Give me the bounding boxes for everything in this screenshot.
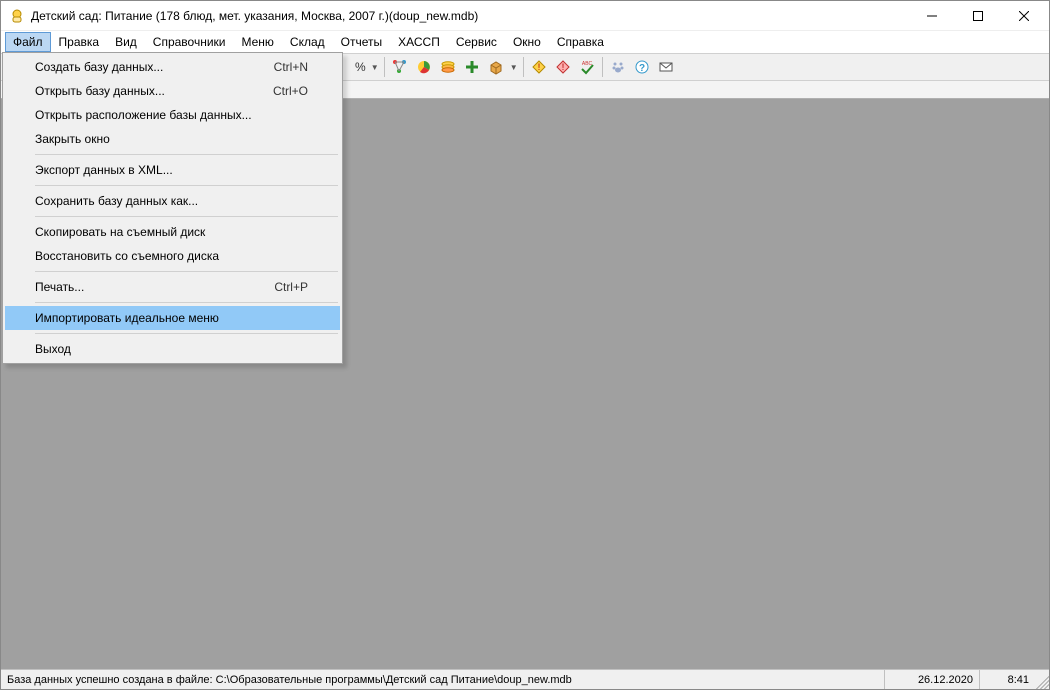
- status-message: База данных успешно создана в файле: C:\…: [1, 670, 885, 689]
- menu-item[interactable]: Экспорт данных в XML...: [5, 158, 340, 182]
- menu-item[interactable]: Выход: [5, 337, 340, 361]
- menu-хассп[interactable]: ХАССП: [390, 32, 448, 52]
- menu-item-shortcut: Ctrl+P: [274, 280, 308, 294]
- menu-item-label: Закрыть окно: [35, 132, 308, 146]
- maximize-button[interactable]: [955, 1, 1001, 30]
- menu-окно[interactable]: Окно: [505, 32, 549, 52]
- menu-item[interactable]: Сохранить базу данных как...: [5, 189, 340, 213]
- status-date: 26.12.2020: [885, 670, 980, 689]
- menu-item-label: Открыть базу данных...: [35, 84, 273, 98]
- box-icon[interactable]: [485, 56, 507, 78]
- mail-icon[interactable]: [655, 56, 677, 78]
- diamond-red-icon[interactable]: !: [552, 56, 574, 78]
- menu-separator: [35, 302, 338, 303]
- svg-text:!: !: [537, 62, 540, 72]
- menu-separator: [35, 185, 338, 186]
- svg-text:!: !: [561, 62, 564, 72]
- window-controls: [909, 1, 1047, 30]
- app-icon: [9, 8, 25, 24]
- add-icon[interactable]: [461, 56, 483, 78]
- menu-separator: [35, 154, 338, 155]
- toolbar-separator: [523, 57, 524, 77]
- stack-icon[interactable]: [437, 56, 459, 78]
- toolbar-separator: [384, 57, 385, 77]
- percent-dropdown[interactable]: ▼: [370, 56, 380, 78]
- menu-separator: [35, 216, 338, 217]
- menubar: ФайлПравкаВидСправочникиМенюСкладОтчетыХ…: [1, 31, 1049, 53]
- file-menu-dropdown: Создать базу данных...Ctrl+NОткрыть базу…: [2, 52, 343, 364]
- menu-item[interactable]: Открыть базу данных...Ctrl+O: [5, 79, 340, 103]
- menu-item[interactable]: Импортировать идеальное меню: [5, 306, 340, 330]
- menu-вид[interactable]: Вид: [107, 32, 145, 52]
- menu-отчеты[interactable]: Отчеты: [333, 32, 390, 52]
- menu-справочники[interactable]: Справочники: [145, 32, 234, 52]
- menu-item-label: Сохранить базу данных как...: [35, 194, 308, 208]
- menu-справка[interactable]: Справка: [549, 32, 612, 52]
- status-time: 8:41: [980, 670, 1035, 689]
- chart-icon[interactable]: [413, 56, 435, 78]
- menu-item-label: Создать базу данных...: [35, 60, 274, 74]
- structure-icon[interactable]: [389, 56, 411, 78]
- menu-item[interactable]: Скопировать на съемный диск: [5, 220, 340, 244]
- window-title: Детский сад: Питание (178 блюд, мет. ука…: [31, 9, 909, 23]
- menu-файл[interactable]: Файл: [5, 32, 51, 52]
- menu-item-label: Скопировать на съемный диск: [35, 225, 308, 239]
- diamond-yellow-icon[interactable]: !: [528, 56, 550, 78]
- svg-text:?: ?: [639, 63, 645, 74]
- titlebar: Детский сад: Питание (178 блюд, мет. ука…: [1, 1, 1049, 31]
- abc-icon[interactable]: ABC: [576, 56, 598, 78]
- menu-item-label: Восстановить со съемного диска: [35, 249, 308, 263]
- menu-item[interactable]: Закрыть окно: [5, 127, 340, 151]
- menu-item[interactable]: Открыть расположение базы данных...: [5, 103, 340, 127]
- menu-item-label: Импортировать идеальное меню: [35, 311, 308, 325]
- menu-меню[interactable]: Меню: [233, 32, 281, 52]
- menu-item-label: Открыть расположение базы данных...: [35, 108, 308, 122]
- menu-item[interactable]: Создать базу данных...Ctrl+N: [5, 55, 340, 79]
- close-button[interactable]: [1001, 1, 1047, 30]
- menu-separator: [35, 271, 338, 272]
- menu-правка[interactable]: Правка: [51, 32, 108, 52]
- paw-icon[interactable]: [607, 56, 629, 78]
- menu-item-shortcut: Ctrl+O: [273, 84, 308, 98]
- menu-item-label: Печать...: [35, 280, 274, 294]
- menu-сервис[interactable]: Сервис: [448, 32, 505, 52]
- menu-item-label: Выход: [35, 342, 308, 356]
- menu-item-label: Экспорт данных в XML...: [35, 163, 308, 177]
- menu-item-shortcut: Ctrl+N: [274, 60, 308, 74]
- statusbar: База данных успешно создана в файле: C:\…: [1, 669, 1049, 689]
- minimize-button[interactable]: [909, 1, 955, 30]
- toolbar-separator: [602, 57, 603, 77]
- percent-label: %: [352, 60, 369, 74]
- menu-item[interactable]: Печать...Ctrl+P: [5, 275, 340, 299]
- help-icon[interactable]: ?: [631, 56, 653, 78]
- box-dropdown[interactable]: ▼: [509, 56, 519, 78]
- menu-item[interactable]: Восстановить со съемного диска: [5, 244, 340, 268]
- menu-склад[interactable]: Склад: [282, 32, 333, 52]
- resize-grip[interactable]: [1035, 670, 1049, 689]
- menu-separator: [35, 333, 338, 334]
